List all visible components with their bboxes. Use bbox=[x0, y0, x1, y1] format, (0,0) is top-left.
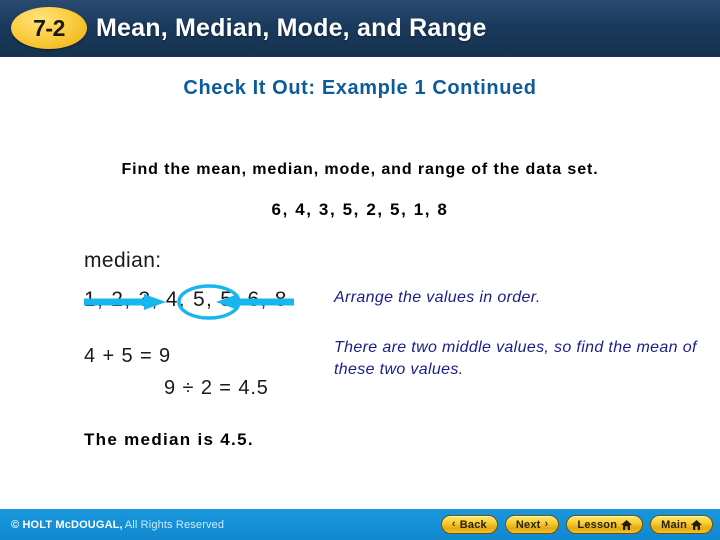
next-button-label: Next bbox=[515, 518, 541, 531]
home-icon bbox=[691, 519, 702, 530]
sorted-values-row: 1, 2, 3, 4, 5, 5, 6, 8 bbox=[84, 284, 334, 320]
median-annotation-overlay bbox=[84, 284, 294, 320]
main-button-label: Main bbox=[661, 518, 687, 531]
chevron-right-icon: › bbox=[544, 518, 549, 530]
data-set-values: 6, 4, 3, 5, 2, 5, 1, 8 bbox=[271, 200, 449, 219]
note-arrange-values: Arrange the values in order. bbox=[334, 289, 541, 306]
median-work-area: median: 1, 2, 3, 4, 5, 5, 6, 8 bbox=[84, 249, 334, 320]
lesson-button-label: Lesson bbox=[577, 518, 618, 531]
copyright-notice: © HOLT McDOUGAL, All Rights Reserved bbox=[11, 509, 224, 540]
back-button[interactable]: ‹ Back bbox=[440, 515, 498, 534]
copyright-rights: All Rights Reserved bbox=[124, 518, 225, 531]
right-arrow-icon bbox=[216, 294, 294, 310]
chevron-left-icon: ‹ bbox=[451, 518, 456, 530]
back-button-label: Back bbox=[459, 518, 487, 531]
copyright-brand: © HOLT McDOUGAL, bbox=[11, 518, 123, 531]
note-two-middle-values: There are two middle values, so find the… bbox=[334, 339, 697, 378]
sum-of-middle-values: 4 + 5 = 9 bbox=[84, 345, 172, 367]
main-button[interactable]: Main bbox=[650, 515, 713, 534]
slide-header: 7-2 Mean, Median, Mode, and Range bbox=[0, 0, 720, 57]
navigation-buttons: ‹ Back Next › Lesson Main bbox=[440, 509, 713, 540]
median-step-label: median: bbox=[84, 249, 162, 272]
home-icon bbox=[621, 519, 633, 530]
problem-instruction: Find the mean, median, mode, and range o… bbox=[121, 161, 599, 178]
next-button[interactable]: Next › bbox=[504, 515, 560, 534]
lesson-button[interactable]: Lesson bbox=[566, 515, 644, 534]
lesson-number-badge: 7-2 bbox=[11, 7, 87, 49]
example-subtitle: Check It Out: Example 1 Continued bbox=[183, 77, 537, 99]
slide-footer: © HOLT McDOUGAL, All Rights Reserved ‹ B… bbox=[0, 509, 720, 540]
divide-by-two-calculation: 9 ÷ 2 = 4.5 bbox=[164, 377, 269, 399]
lesson-number-label: 7-2 bbox=[33, 14, 65, 41]
page-title: Mean, Median, Mode, and Range bbox=[96, 14, 487, 42]
median-conclusion: The median is 4.5. bbox=[84, 430, 254, 449]
left-arrow-icon bbox=[84, 294, 166, 310]
